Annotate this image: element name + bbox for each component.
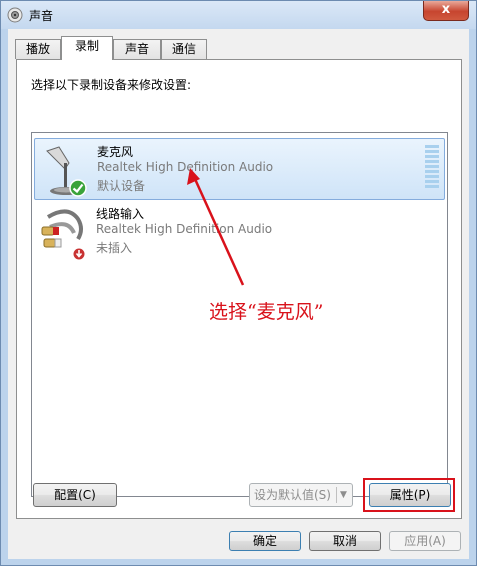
apply-button[interactable]: 应用(A) [389,531,461,551]
ok-button[interactable]: 确定 [229,531,301,551]
dialog-client: 播放 录制 声音 通信 选择以下录制设备来修改设置: 麦克风 Realtek H… [8,29,469,559]
level-meter [425,145,439,191]
device-status: 未插入 [96,241,133,255]
instruction-text: 选择以下录制设备来修改设置: [31,78,192,92]
annotation-text: 选择“麦克风” [209,301,324,323]
unplugged-icon [72,247,86,261]
device-microphone[interactable]: 麦克风 Realtek High Definition Audio 默认设备 [34,138,445,200]
title-bar[interactable]: 声音 x [1,1,476,29]
device-status: 默认设备 [97,179,146,193]
properties-highlight-box [363,478,455,512]
device-name: 麦克风 [97,145,134,159]
recording-panel: 选择以下录制设备来修改设置: 麦克风 Realtek High Definiti… [16,59,462,519]
device-description: Realtek High Definition Audio [96,222,273,236]
sound-dialog: 声音 x 播放 录制 声音 通信 选择以下录制设备来修改设置: 麦克风 Real… [0,0,477,566]
window-title: 声音 [29,9,54,23]
close-icon: x [441,2,451,17]
configure-button[interactable]: 配置(C) [33,483,117,507]
tab-communications[interactable]: 通信 [161,39,207,59]
tab-sounds[interactable]: 声音 [113,39,161,59]
check-icon [69,179,87,197]
cancel-button[interactable]: 取消 [309,531,381,551]
device-name: 线路输入 [96,207,145,221]
device-line-in[interactable]: 线路输入 Realtek High Definition Audio 未插入 [34,201,445,263]
tab-playback[interactable]: 播放 [15,39,61,59]
close-button[interactable]: x [423,1,469,21]
set-default-button[interactable]: 设为默认值(S) ▼ [249,483,353,507]
device-description: Realtek High Definition Audio [97,160,274,174]
chevron-down-icon[interactable]: ▼ [340,484,347,506]
tab-recording[interactable]: 录制 [61,36,113,60]
speaker-icon [7,7,23,23]
